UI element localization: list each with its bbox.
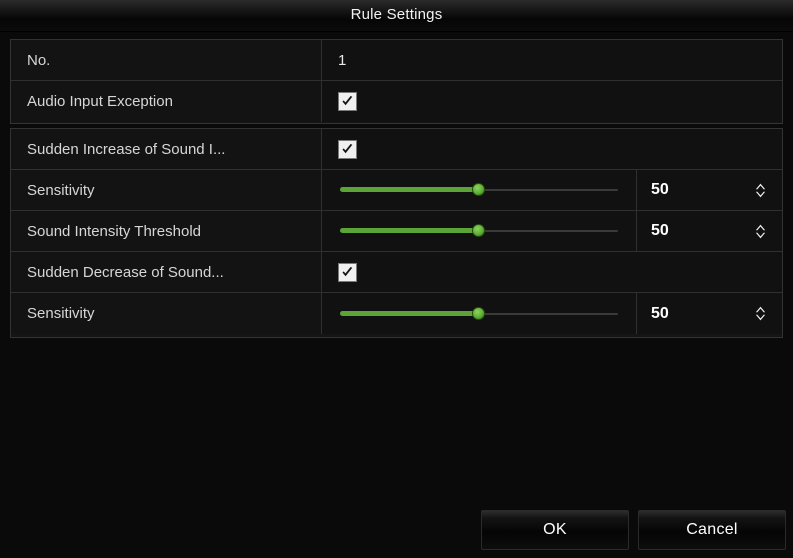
sudden-increase-checkbox[interactable]: [338, 139, 357, 159]
sound-intensity-threshold-slider[interactable]: [340, 222, 618, 240]
table-row: Sudden Decrease of Sound...: [11, 252, 782, 293]
slider-fill: [340, 310, 479, 316]
chevron-up-icon[interactable]: [755, 224, 766, 231]
table-row: No. 1: [11, 40, 782, 81]
sensitivity-increase-value: 50: [651, 181, 669, 198]
slider-fill: [340, 228, 479, 233]
row-value-sudden-increase: [322, 129, 782, 169]
ok-button[interactable]: OK: [481, 510, 629, 550]
sensitivity-increase-slider[interactable]: [340, 181, 618, 199]
sensitivity-increase-stepper[interactable]: 50: [637, 170, 782, 210]
row-value-sudden-decrease: [322, 252, 782, 292]
check-icon: [342, 96, 353, 106]
row-label-sudden-increase: Sudden Increase of Sound I...: [11, 129, 322, 169]
row-label-sudden-decrease: Sudden Decrease of Sound...: [11, 252, 322, 292]
sensitivity-increase-slider-cell: [322, 170, 637, 210]
check-icon: [342, 143, 353, 153]
chevron-up-icon[interactable]: [755, 183, 766, 190]
dialog-title: Rule Settings: [350, 6, 443, 23]
sensitivity-decrease-value: 50: [651, 304, 669, 322]
row-label-audio-input-exception: Audio Input Exception: [11, 81, 322, 122]
slider-knob[interactable]: [472, 306, 485, 320]
slider-knob[interactable]: [472, 224, 485, 237]
row-value-no: 1: [322, 40, 782, 80]
table-row: Sudden Increase of Sound I...: [11, 129, 782, 170]
table-row: Sound Intensity Threshold 50: [11, 211, 782, 252]
chevron-down-icon[interactable]: [755, 314, 766, 321]
row-label-sensitivity-increase: Sensitivity: [11, 170, 322, 210]
sudden-decrease-checkbox[interactable]: [338, 262, 357, 282]
sound-intensity-threshold-stepper[interactable]: 50: [637, 211, 782, 251]
chevron-up-icon[interactable]: [755, 306, 766, 313]
row-value-audio-input-exception: [322, 81, 782, 122]
cancel-button[interactable]: Cancel: [638, 510, 786, 550]
sensitivity-decrease-stepper[interactable]: 50: [637, 293, 782, 334]
slider-fill: [340, 187, 479, 192]
table-row: Audio Input Exception: [11, 81, 782, 122]
check-icon: [342, 266, 353, 276]
dialog-titlebar: Rule Settings: [0, 0, 793, 32]
rule-settings-dialog: Rule Settings No. 1 Audio Input Exceptio…: [0, 0, 793, 558]
sound-intensity-threshold-value: 50: [651, 222, 669, 239]
settings-table-group-primary: No. 1 Audio Input Exception: [10, 39, 783, 124]
settings-table-group-detection: Sudden Increase of Sound I... Sensitivit…: [10, 128, 783, 338]
sound-intensity-threshold-slider-cell: [322, 211, 637, 251]
stepper-arrows[interactable]: [755, 183, 770, 198]
chevron-down-icon[interactable]: [755, 191, 766, 198]
row-label-sound-intensity-threshold: Sound Intensity Threshold: [11, 211, 322, 251]
table-row: Sensitivity 50: [11, 293, 782, 334]
audio-input-exception-checkbox[interactable]: [338, 92, 357, 111]
sensitivity-decrease-slider[interactable]: [340, 305, 618, 323]
stepper-arrows[interactable]: [755, 224, 770, 239]
slider-knob[interactable]: [472, 183, 485, 196]
stepper-arrows[interactable]: [755, 306, 770, 321]
row-label-sensitivity-decrease: Sensitivity: [11, 293, 322, 334]
sensitivity-decrease-slider-cell: [322, 293, 637, 334]
table-row: Sensitivity 50: [11, 170, 782, 211]
chevron-down-icon[interactable]: [755, 232, 766, 239]
row-label-no: No.: [11, 40, 322, 80]
